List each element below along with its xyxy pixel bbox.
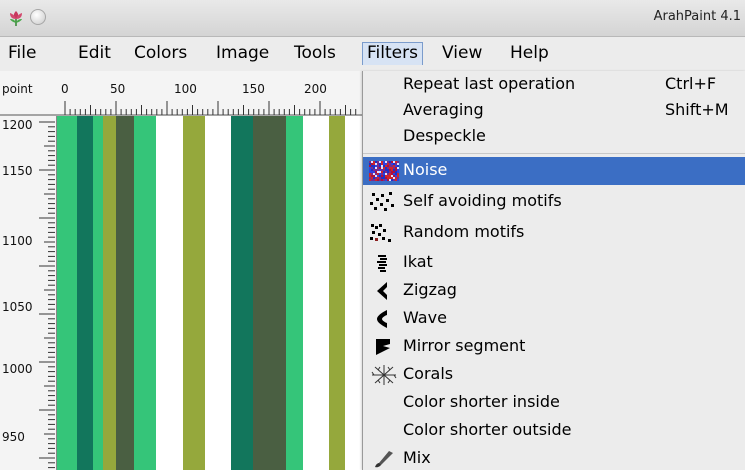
canvas-stripe — [303, 116, 329, 470]
menu-item-repeat-last-operation[interactable]: Repeat last operation Ctrl+F — [363, 71, 745, 99]
canvas-stripe — [183, 116, 205, 470]
menu-item-color-shorter-outside[interactable]: Color shorter outside — [363, 417, 745, 445]
menu-item-color-shorter-inside[interactable]: Color shorter inside — [363, 389, 745, 417]
menu-item-shortcut: Shift+M — [665, 100, 729, 119]
menu-item-mix[interactable]: Mix — [363, 445, 745, 470]
menu-item-label: Noise — [403, 160, 448, 179]
corals-icon — [371, 365, 397, 385]
arahpaint-logo-icon[interactable] — [6, 8, 26, 28]
menu-item-label: Color shorter inside — [403, 392, 560, 411]
menu-separator — [363, 153, 745, 154]
menu-tools[interactable]: Tools — [290, 42, 340, 65]
menu-item-corals[interactable]: Corals — [363, 361, 745, 389]
menu-item-ikat[interactable]: Ikat — [363, 249, 745, 277]
vertical-ruler[interactable]: 1200 1150 1100 1050 1000 950 — [0, 116, 57, 470]
menu-help[interactable]: Help — [506, 42, 553, 65]
menu-item-label: Wave — [403, 308, 447, 327]
canvas-stripe — [103, 116, 116, 470]
noise-icon — [369, 161, 399, 181]
menu-view[interactable]: View — [438, 42, 486, 65]
menu-item-mirror-segment[interactable]: Mirror segment — [363, 333, 745, 361]
canvas-stripe — [345, 116, 359, 470]
wave-icon — [377, 310, 387, 328]
window-title: ArahPaint 4.1 — [653, 9, 741, 24]
menu-item-zigzag[interactable]: Zigzag — [363, 277, 745, 305]
canvas-stripe — [253, 116, 286, 470]
menu-image[interactable]: Image — [212, 42, 273, 65]
canvas-stripe — [231, 116, 253, 470]
random-motifs-icon — [370, 224, 391, 242]
menu-item-label: Random motifs — [403, 222, 525, 241]
menu-edit[interactable]: Edit — [74, 42, 115, 65]
canvas-stripe — [57, 116, 77, 470]
menu-item-wave[interactable]: Wave — [363, 305, 745, 333]
menu-item-despeckle[interactable]: Despeckle — [363, 123, 745, 151]
canvas-stripe — [77, 116, 93, 470]
menu-item-label: Mirror segment — [403, 336, 526, 355]
canvas-stripe — [205, 116, 231, 470]
menu-item-label: Self avoiding motifs — [403, 191, 562, 210]
canvas-stripe — [329, 116, 345, 470]
mix-icon — [375, 451, 393, 468]
menu-item-label: Despeckle — [403, 126, 486, 145]
canvas-stripe — [116, 116, 134, 470]
ikat-icon — [377, 255, 387, 272]
menu-file[interactable]: File — [4, 42, 40, 65]
menu-colors[interactable]: Colors — [130, 42, 191, 65]
self-avoiding-motifs-icon — [370, 192, 394, 211]
canvas-stripe — [93, 116, 103, 470]
menu-filters[interactable]: Filters — [362, 42, 423, 65]
menu-item-label: Repeat last operation — [403, 74, 576, 93]
filters-dropdown-menu: Repeat last operation Ctrl+F Averaging S… — [362, 71, 745, 470]
menu-item-label: Zigzag — [403, 280, 457, 299]
menu-item-noise[interactable]: Noise — [363, 157, 745, 185]
horizontal-ruler-ticks — [0, 101, 362, 116]
canvas-stripe — [134, 116, 156, 470]
menu-item-random-motifs[interactable]: Random motifs — [363, 219, 745, 247]
zigzag-icon — [377, 282, 387, 300]
menu-item-label: Mix — [403, 448, 431, 467]
canvas-stripe — [286, 116, 303, 470]
image-canvas[interactable] — [57, 116, 362, 470]
menu-bar: File Edit Colors Image Tools Filters Vie… — [0, 37, 745, 71]
menu-item-label: Averaging — [403, 100, 484, 119]
vertical-ruler-ticks — [39, 121, 55, 469]
title-bar: ArahPaint 4.1 — [0, 0, 745, 37]
mirror-segment-icon — [376, 339, 390, 355]
canvas-stripe — [156, 116, 183, 470]
menu-item-averaging[interactable]: Averaging Shift+M — [363, 97, 745, 125]
horizontal-ruler[interactable]: point 0 50 100 150 200 — [0, 71, 362, 117]
menu-item-self-avoiding-motifs[interactable]: Self avoiding motifs — [363, 188, 745, 216]
menu-item-label: Ikat — [403, 252, 433, 271]
window-minimize-button[interactable] — [30, 9, 46, 25]
menu-item-label: Color shorter outside — [403, 420, 572, 439]
menu-item-label: Corals — [403, 364, 454, 383]
menu-item-shortcut: Ctrl+F — [665, 74, 717, 93]
